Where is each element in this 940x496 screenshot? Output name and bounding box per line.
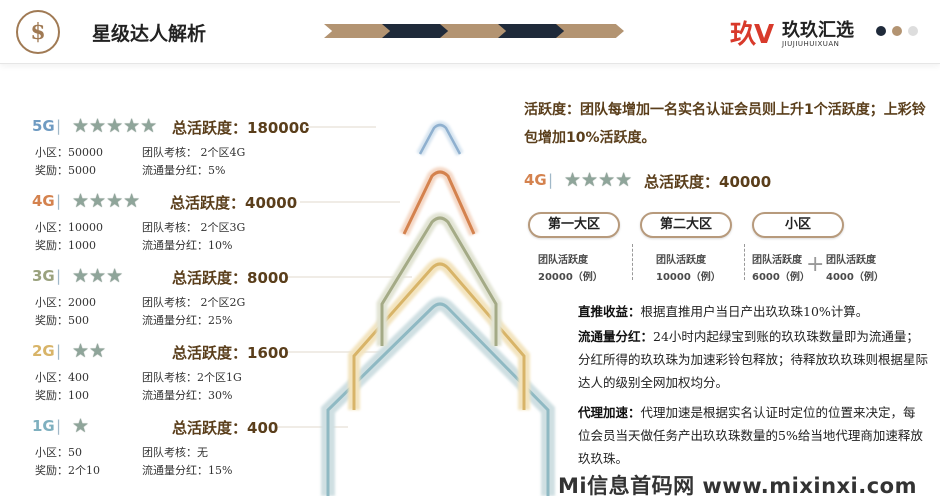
tier-team: 团队考核：无 (142, 446, 208, 459)
divider (744, 244, 745, 280)
star-rating-icon: ★★★ (72, 265, 124, 287)
tier-community: 小区：2000 (35, 296, 96, 309)
paragraph-title: 代理加速： (578, 405, 641, 420)
tier-code: 3G (32, 267, 55, 285)
tier-bonus: 流通量分红：5% (142, 164, 226, 177)
chevron-decoration-3 (440, 24, 508, 38)
tier-community: 小区：50 (35, 446, 82, 459)
header-bar: $ 星级达人解析 玖V 玖玖汇选 JIUJIUHUIXUAN (0, 0, 940, 64)
chevron-decoration-4 (498, 24, 566, 38)
zone-first-label: 团队活跃度 (538, 255, 588, 266)
chevron-decoration-1 (324, 24, 392, 38)
star-rating-icon: ★★★★ (564, 169, 633, 191)
agent-acceleration-paragraph: 代理加速：代理加速是根据实名认证时定位的位置来决定，每位会员当天做任务产出玖玖珠… (578, 401, 928, 470)
tier-code: 4G (32, 192, 55, 210)
logo-icon: $ (16, 10, 60, 54)
tier-separator: | (56, 117, 62, 135)
paragraph-body: 根据直推用户当日产出玖玖珠10%计算。 (640, 304, 869, 319)
tier-team: 团队考核： 2个区2G (142, 296, 246, 309)
zone-small-label-a: 团队活跃度 (752, 255, 802, 266)
tier-reward: 奖励：1000 (35, 239, 96, 252)
tier-separator: | (56, 417, 62, 435)
paragraph-title: 直推收益： (578, 304, 641, 319)
tier-bonus: 流通量分红：10% (142, 239, 233, 252)
zone-small-value-b: 4000（例） (826, 272, 884, 283)
divider (632, 244, 633, 280)
page-dot-2[interactable] (892, 26, 902, 36)
direct-income-paragraph: 直推收益：根据直推用户当日产出玖玖珠10%计算。 (578, 300, 928, 323)
example-tier-4g: 4G | ★★★★ 总活跃度：40000 (524, 169, 824, 194)
zone-first-value: 20000（例） (538, 272, 603, 283)
tier-reward: 奖励：2个10 (35, 464, 100, 477)
tier-separator: | (56, 267, 62, 285)
brand-logo-icon: 玖V (730, 20, 774, 50)
star-rating-icon: ★★ (72, 340, 107, 362)
star-rating-icon: ★★★★★ (72, 115, 158, 137)
tier-team: 团队考核：2个区1G (142, 371, 242, 384)
tier-total-activity: 总活跃度：180000 (172, 119, 310, 137)
tier-code: 4G (524, 171, 547, 189)
zone-second-value: 10000（例） (656, 272, 721, 283)
tier-community: 小区：50000 (35, 146, 103, 159)
page-dot-3[interactable] (908, 26, 918, 36)
tier-team: 团队考核： 2个区3G (142, 221, 246, 234)
tier-community: 小区：400 (35, 371, 89, 384)
paragraph-title: 流通量分红： (578, 329, 654, 344)
tier-code: 1G (32, 417, 55, 435)
tier-reward: 奖励：500 (35, 314, 89, 327)
tier-code: 5G (32, 117, 55, 135)
tier-community: 小区：10000 (35, 221, 103, 234)
circulation-bonus-paragraph: 流通量分红：24小时内起绿宝到账的玖玖珠数量即为流通量；分红所得的玖玖珠为加速彩… (578, 325, 928, 394)
zone-second-label: 团队活跃度 (656, 255, 706, 266)
zone-small-value-a: 6000（例） (752, 272, 810, 283)
zone-second-large: 第二大区 (640, 212, 732, 238)
plus-icon: + (806, 252, 825, 277)
page-dot-1[interactable] (876, 26, 886, 36)
tier-reward: 奖励：100 (35, 389, 89, 402)
watermark: Mi信息首码网 www.mixinxi.com (558, 474, 917, 496)
star-rating-icon: ★★★★ (72, 190, 141, 212)
tier-total-activity: 总活跃度：1600 (172, 344, 289, 362)
tier-separator: | (548, 171, 554, 189)
chevron-decoration-2 (382, 24, 450, 38)
tier-separator: | (56, 192, 62, 210)
tier-bonus: 流通量分红：30% (142, 389, 233, 402)
star-rating-icon: ★ (72, 415, 90, 437)
tier-total-activity: 总活跃度：40000 (170, 194, 298, 212)
activity-rule-text: 活跃度：团队每增加一名实名认证会员则上升1个活跃度；上彩铃包增加10%活跃度。 (524, 102, 926, 146)
tier-team: 团队考核： 2个区4G (142, 146, 246, 159)
tier-bonus: 流通量分红：15% (142, 464, 233, 477)
tier-reward: 奖励：5000 (35, 164, 96, 177)
tier-total-activity: 总活跃度：40000 (644, 173, 772, 191)
zone-first-large: 第一大区 (528, 212, 620, 238)
brand-subtitle: JIUJIUHUIXUAN (782, 40, 840, 48)
tier-total-activity: 总活跃度：400 (172, 419, 279, 437)
brand-name: 玖玖汇选 (782, 20, 854, 41)
zone-small: 小区 (752, 212, 844, 238)
tier-separator: | (56, 342, 62, 360)
tier-bonus: 流通量分红：25% (142, 314, 233, 327)
tier-code: 2G (32, 342, 55, 360)
tier-pyramid-graphic (321, 121, 555, 496)
page-title: 星级达人解析 (92, 23, 207, 45)
zone-small-label-b: 团队活跃度 (826, 255, 876, 266)
chevron-decoration-5 (556, 24, 624, 38)
tier-total-activity: 总活跃度：8000 (172, 269, 289, 287)
